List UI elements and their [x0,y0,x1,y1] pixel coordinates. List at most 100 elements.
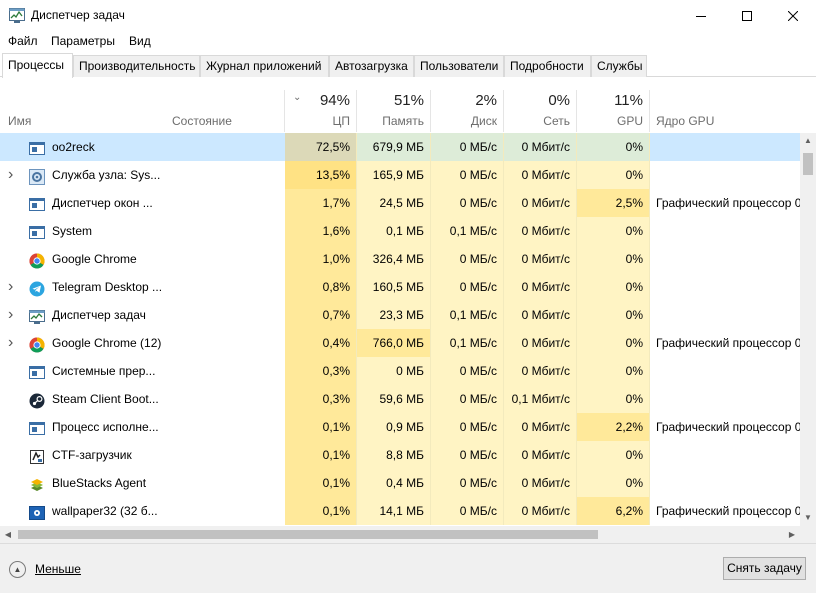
scroll-up-icon[interactable]: ▲ [800,133,816,149]
process-memory: 0,1 МБ [357,217,431,245]
process-network: 0 Мбит/с [504,189,577,217]
menu-view[interactable]: Вид [129,34,151,48]
vertical-scroll-thumb[interactable] [803,153,813,175]
column-memory-label: Память [382,114,424,128]
menu-options[interactable]: Параметры [51,34,115,48]
column-cpu[interactable]: ⌄ 94% ЦП [285,90,357,132]
process-row[interactable]: BlueStacks Agent 0,1% 0,4 МБ 0 МБ/с 0 Мбит/с… [0,469,800,497]
process-name-cell: Google Chrome [0,245,164,273]
process-memory: 766,0 МБ [357,329,431,357]
tab-details[interactable]: Подробности [504,55,591,77]
fewer-details-button[interactable]: ▲ Меньше [9,559,81,579]
chevron-right-icon[interactable]: › [8,161,13,189]
end-task-button[interactable]: Снять задачу [723,557,806,580]
process-disk: 0 МБ/с [431,413,504,441]
process-row[interactable]: System 1,6% 0,1 МБ 0,1 МБ/с 0 Мбит/с 0% [0,217,800,245]
process-name-cell: › Google Chrome (12) [0,329,164,357]
process-network: 0 Мбит/с [504,301,577,329]
tab-performance[interactable]: Производительность [73,55,200,77]
process-list: oo2reck 72,5% 679,9 МБ 0 МБ/с 0 Мбит/с 0% › Слу… [0,133,800,526]
horizontal-scrollbar[interactable]: ◀ ▶ [0,526,816,543]
process-row[interactable]: Диспетчер окон ... 1,7% 24,5 МБ 0 МБ/с 0 Мби… [0,189,800,217]
column-network-pct: 0% [548,92,570,109]
maximize-button[interactable] [724,0,770,32]
process-name: Google Chrome (12) [52,336,162,350]
column-disk[interactable]: 2% Диск [431,90,504,132]
chevron-right-icon[interactable]: › [8,273,13,301]
tab-services[interactable]: Службы [591,55,647,77]
column-network[interactable]: 0% Сеть [504,90,577,132]
process-row[interactable]: oo2reck 72,5% 679,9 МБ 0 МБ/с 0 Мбит/с 0% [0,133,800,161]
process-row[interactable]: Системные прер... 0,3% 0 МБ 0 МБ/с 0 Мбит/с 0… [0,357,800,385]
column-gpu-engine[interactable]: Ядро GPU [650,90,800,132]
process-name: oo2reck [52,140,95,154]
process-gpu: 0% [577,357,650,385]
process-state-cell [164,133,285,161]
menu-file[interactable]: Файл [8,34,38,48]
process-row[interactable]: Steam Client Boot... 0,3% 59,6 МБ 0 МБ/с 0,1… [0,385,800,413]
column-memory-pct: 51% [393,92,424,109]
process-row[interactable]: › Диспетчер задач 0,7% 23,3 МБ 0,1 МБ/с 0 Мби… [0,301,800,329]
bluestacks-icon [29,475,45,491]
process-row[interactable]: CTF-загрузчик 0,1% 8,8 МБ 0 МБ/с 0 Мбит/с 0% [0,441,800,469]
scroll-right-icon[interactable]: ▶ [784,526,800,543]
process-memory: 0,9 МБ [357,413,431,441]
process-cpu: 0,3% [285,385,357,413]
process-gpu-engine [650,161,800,189]
process-name: Диспетчер задач [52,308,146,322]
task-manager-icon [29,307,45,324]
tab-startup[interactable]: Автозагрузка [329,55,414,77]
tab-app-history[interactable]: Журнал приложений [200,55,329,77]
process-gpu-engine: Графический процессор 0 [656,336,800,350]
scroll-down-icon[interactable]: ▼ [800,510,816,526]
tab-users[interactable]: Пользователи [414,55,504,77]
process-cpu: 13,5% [285,161,357,189]
process-gpu-engine [650,301,800,329]
process-name: Служба узла: Sys... [52,168,161,182]
process-memory: 23,3 МБ [357,301,431,329]
process-gpu: 0% [577,301,650,329]
process-name-cell: › Служба узла: Sys... [0,161,164,189]
gear-icon [29,167,45,185]
column-gpu[interactable]: 11% GPU [577,90,650,132]
horizontal-scroll-thumb[interactable] [18,530,598,539]
title-bar: Диспетчер задач [0,0,816,32]
process-disk: 0 МБ/с [431,497,504,525]
column-memory[interactable]: 51% Память [357,90,431,132]
process-row[interactable]: Google Chrome 1,0% 326,4 МБ 0 МБ/с 0 Мбит/с 0… [0,245,800,273]
process-disk: 0 МБ/с [431,161,504,189]
app-window-icon [29,419,45,435]
process-network: 0 Мбит/с [504,273,577,301]
process-row[interactable]: › Telegram Desktop ... 0,8% 160,5 МБ 0 МБ/с 0… [0,273,800,301]
process-row[interactable]: › Служба узла: Sys... 13,5% 165,9 МБ 0 МБ/с 0… [0,161,800,189]
vertical-scrollbar[interactable]: ▲ ▼ [800,133,816,526]
process-network: 0 Мбит/с [504,469,577,497]
chevron-right-icon[interactable]: › [8,329,13,357]
process-disk: 0,1 МБ/с [431,301,504,329]
process-cpu: 0,1% [285,441,357,469]
process-state-cell [164,469,285,497]
process-cpu: 0,7% [285,301,357,329]
tab-processes[interactable]: Процессы [2,53,73,78]
process-disk: 0,1 МБ/с [431,217,504,245]
column-network-label: Сеть [543,114,570,128]
process-state-cell [164,329,285,357]
process-cpu: 72,5% [285,133,357,161]
process-cpu: 0,3% [285,357,357,385]
process-gpu: 0% [577,329,650,357]
chevron-right-icon[interactable]: › [8,301,13,329]
column-state[interactable]: Состояние [164,90,285,132]
process-disk: 0 МБ/с [431,189,504,217]
window-title: Диспетчер задач [31,8,125,22]
column-name[interactable]: Имя [0,90,164,132]
close-button[interactable] [770,0,816,32]
chrome-icon [29,251,45,269]
process-row[interactable]: Процесс исполне... 0,1% 0,9 МБ 0 МБ/с 0 Мбит… [0,413,800,441]
minimize-button[interactable] [678,0,724,32]
process-gpu-engine: Графический процессор 0 [656,420,800,434]
scroll-left-icon[interactable]: ◀ [0,526,16,543]
process-row[interactable]: wallpaper32 (32 б... 0,1% 14,1 МБ 0 МБ/с 0 М… [0,497,800,525]
process-memory: 0,4 МБ [357,469,431,497]
process-gpu-engine [650,441,800,469]
process-row[interactable]: › Google Chrome (12) 0,4% 766,0 МБ 0,1 МБ/с 0… [0,329,800,357]
